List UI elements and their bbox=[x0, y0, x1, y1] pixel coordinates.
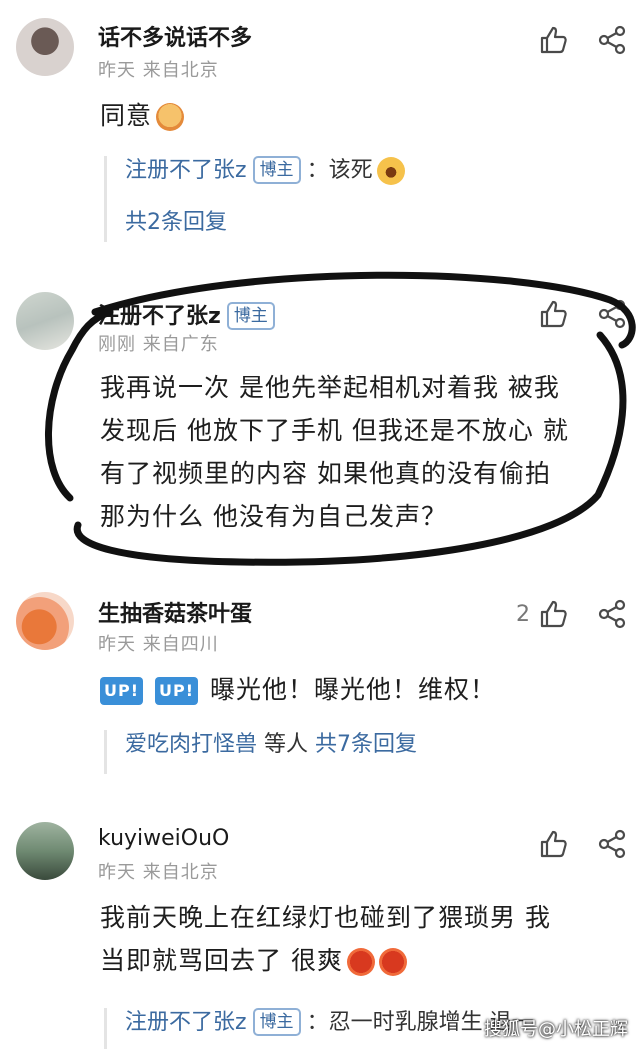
comment-text: 我前天晚上在红绿灯也碰到了猥琐男 我 当即就骂回去了 很爽 bbox=[100, 896, 640, 982]
emoji bbox=[346, 948, 375, 976]
reply-separator: ： bbox=[306, 1010, 329, 1035]
watermark: 搜狐号@小松正辉 bbox=[484, 1019, 628, 1040]
comment-text-line: 我前天晚上在红绿灯也碰到了猥琐男 我 bbox=[100, 903, 551, 932]
avatar[interactable] bbox=[16, 592, 74, 650]
reply-user[interactable]: 注册不了张z bbox=[125, 1010, 247, 1035]
reply-user[interactable]: 爱吃肉打怪兽 bbox=[125, 732, 257, 757]
up-sticker: UP! bbox=[100, 677, 144, 705]
reply-others: 等人 bbox=[257, 732, 316, 757]
reply-box[interactable]: 注册不了张z 博主 ：忍一时乳腺增生 退一 bbox=[104, 1008, 534, 1049]
comment-meta: 昨天 来自北京 bbox=[98, 862, 219, 883]
comment-text-line-2: 当即就骂回去了 很爽 bbox=[100, 939, 640, 982]
comment-author[interactable]: kuyiweiOuO bbox=[98, 826, 229, 851]
comment-text-content: 曝光他！曝光他！维权！ bbox=[210, 675, 497, 704]
reply-line: 注册不了张z 博主 ：忍一时乳腺增生 退一 bbox=[125, 1008, 534, 1038]
like-icon[interactable] bbox=[538, 828, 570, 860]
share-icon[interactable] bbox=[596, 598, 628, 630]
comment-author[interactable]: 生抽香菇茶叶蛋 bbox=[98, 596, 252, 628]
author-badge: 博主 bbox=[252, 1008, 301, 1036]
reply-line: 爱吃肉打怪兽 等人 共7条回复 bbox=[125, 730, 417, 760]
reply-count-link[interactable]: 共7条回复 bbox=[315, 732, 417, 757]
reply-box[interactable]: 爱吃肉打怪兽 等人 共7条回复 bbox=[104, 730, 417, 774]
comment-text-content: 当即就骂回去了 很爽 bbox=[100, 946, 343, 975]
avatar[interactable] bbox=[16, 822, 74, 880]
like-count: 2 bbox=[516, 602, 530, 627]
emoji bbox=[378, 948, 407, 976]
comment-meta: 昨天 来自四川 bbox=[98, 634, 219, 655]
hand-drawn-circle-annotation bbox=[45, 271, 636, 566]
comment-text: UP! UP! 曝光他！曝光他！维权！ bbox=[100, 668, 496, 711]
share-icon[interactable] bbox=[596, 828, 628, 860]
up-sticker: UP! bbox=[155, 677, 199, 705]
like-icon[interactable] bbox=[538, 598, 570, 630]
